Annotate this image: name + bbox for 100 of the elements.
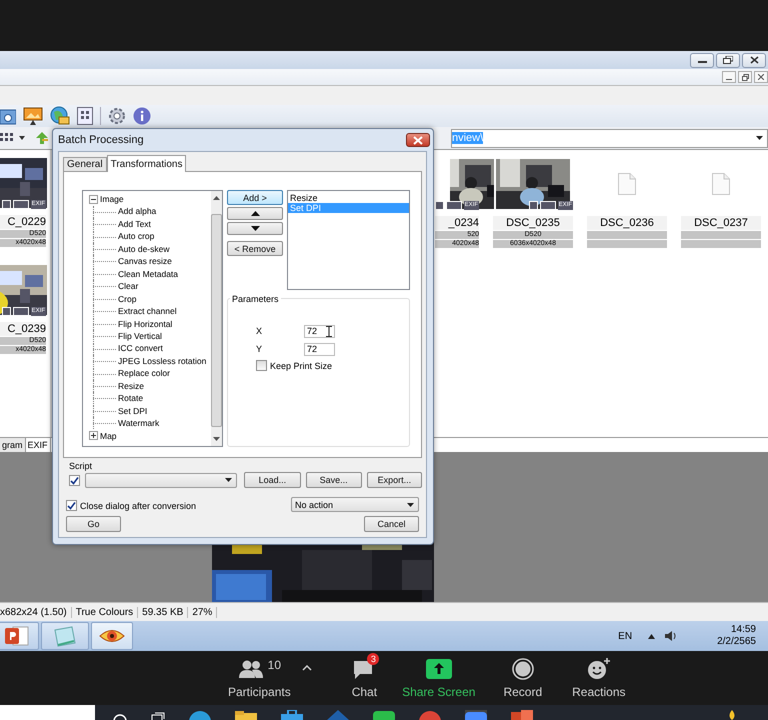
- camera-icon[interactable]: [0, 107, 16, 126]
- notification-badge: 3: [367, 653, 380, 666]
- checkbox-label: Close dialog after conversion: [80, 500, 196, 510]
- folder-icon[interactable]: [235, 710, 257, 720]
- tree-item[interactable]: Flip Vertical: [118, 330, 162, 342]
- tree-item[interactable]: ICC convert: [118, 342, 163, 355]
- tree-item[interactable]: Extract channel: [118, 305, 177, 318]
- scroll-up-icon[interactable]: [213, 196, 220, 200]
- record-icon: [512, 658, 534, 680]
- expand-icon[interactable]: [89, 431, 98, 440]
- tree-item[interactable]: Crop: [118, 292, 136, 306]
- briefcase-icon[interactable]: [281, 710, 303, 720]
- checkbox[interactable]: [256, 360, 267, 371]
- xmp-badge-icon: [540, 201, 556, 210]
- script-button[interactable]: Export...: [366, 472, 422, 488]
- slideshow-icon[interactable]: [23, 106, 43, 126]
- tree-item[interactable]: Rotate: [118, 392, 144, 405]
- status-text: 27%: [188, 606, 218, 618]
- participant-count: 10: [268, 658, 282, 672]
- image-badge-icon: [528, 201, 538, 210]
- tree-item[interactable]: Clean Metadata: [118, 268, 178, 280]
- taskbar-app[interactable]: [0, 622, 39, 650]
- grid-icon[interactable]: [77, 107, 93, 126]
- add-button[interactable]: Add >: [227, 190, 283, 205]
- checkbox[interactable]: [66, 500, 77, 511]
- number-field[interactable]: 72: [304, 324, 335, 338]
- pane-tab[interactable]: EXIF: [26, 438, 51, 452]
- globe-icon[interactable]: [50, 106, 70, 126]
- tree-item[interactable]: Add alpha: [118, 205, 156, 218]
- speaker-icon[interactable]: [665, 630, 678, 642]
- scrollbar-thumb[interactable]: [211, 214, 222, 427]
- tree-item[interactable]: Resize: [118, 380, 144, 392]
- tree-item[interactable]: Set DPI: [118, 404, 148, 418]
- tree-item[interactable]: Add Text: [118, 218, 151, 230]
- cancel-button[interactable]: Cancel: [364, 516, 419, 532]
- participants-button[interactable]: 10 Participants: [228, 657, 291, 700]
- search-icon[interactable]: [113, 712, 127, 720]
- move-down-button[interactable]: [227, 222, 283, 235]
- pane-tab[interactable]: gram: [0, 438, 26, 452]
- tree-item[interactable]: Image: [100, 193, 124, 206]
- restore-button[interactable]: [716, 52, 740, 68]
- script-dropdown[interactable]: [85, 472, 238, 488]
- people-icon: [238, 660, 264, 678]
- dropdown-arrow-icon: [225, 478, 232, 482]
- task-view-icon[interactable]: [151, 712, 165, 720]
- section-label: Script: [69, 461, 94, 471]
- taskbar-app[interactable]: [91, 622, 133, 650]
- restore-button[interactable]: [738, 71, 752, 84]
- field-label: Y: [256, 344, 264, 354]
- thumbnail-name: C_0229: [0, 215, 46, 230]
- dialog-tab[interactable]: General: [63, 157, 107, 171]
- minimize-button[interactable]: [690, 52, 714, 68]
- checkbox[interactable]: [69, 474, 80, 486]
- remove-button[interactable]: < Remove: [227, 241, 283, 256]
- go-button[interactable]: Go: [66, 516, 121, 532]
- clock-date: 2/2/2565: [717, 636, 756, 648]
- script-button[interactable]: Load...: [244, 472, 301, 488]
- settings-icon[interactable]: [108, 107, 126, 126]
- tree-item[interactable]: JPEG Lossless rotation: [118, 354, 206, 368]
- record-button[interactable]: Record: [503, 657, 542, 700]
- flame-icon[interactable]: [727, 710, 737, 720]
- close-icon: [758, 74, 764, 80]
- share-button[interactable]: Share Screen: [402, 657, 476, 700]
- tree-item[interactable]: Flip Horizontal: [118, 318, 172, 330]
- dialog-tab[interactable]: Transformations: [106, 155, 186, 172]
- office-icon[interactable]: [511, 710, 533, 720]
- tree-item[interactable]: Replace color: [118, 367, 170, 380]
- dropdown-arrow-icon: [407, 502, 414, 506]
- collapse-icon[interactable]: [89, 194, 98, 204]
- restore-icon: [742, 74, 748, 81]
- info-icon[interactable]: [133, 107, 151, 126]
- status-text: x682x24 (1.50): [0, 606, 72, 618]
- tree-item[interactable]: Canvas resize: [118, 255, 172, 268]
- tree-item[interactable]: Clear: [118, 280, 138, 293]
- close-icon: [413, 136, 423, 144]
- thumbnail-name: DSC_0235: [493, 216, 573, 230]
- close-button[interactable]: [406, 133, 430, 147]
- tray-arrow-icon[interactable]: [648, 634, 656, 639]
- close-button[interactable]: [754, 71, 768, 84]
- close-button[interactable]: [742, 52, 766, 68]
- video-app-icon[interactable]: [465, 710, 487, 720]
- clock-time: 14:59: [730, 624, 756, 636]
- field-label: X: [256, 326, 264, 336]
- move-up-button[interactable]: [227, 207, 283, 220]
- list-item[interactable]: Resize: [288, 193, 409, 203]
- tree-item[interactable]: Watermark: [118, 417, 160, 430]
- reactions-button[interactable]: Reactions: [572, 657, 626, 700]
- caret-icon[interactable]: [302, 665, 312, 672]
- minimize-button[interactable]: [722, 71, 736, 84]
- tree-item[interactable]: Auto crop: [118, 230, 154, 243]
- up-arrow-icon: [250, 211, 260, 216]
- browser-icon[interactable]: [189, 710, 211, 720]
- tree-item[interactable]: Auto de-skew: [118, 242, 170, 256]
- action-dropdown[interactable]: No action: [291, 497, 419, 512]
- script-button[interactable]: Save...: [306, 472, 362, 488]
- number-field[interactable]: 72: [304, 342, 335, 356]
- blank-file-icon: [712, 173, 730, 196]
- tree-item[interactable]: Map: [100, 430, 117, 442]
- language-indicator[interactable]: EN: [618, 630, 632, 642]
- chat-app-icon[interactable]: [373, 710, 395, 720]
